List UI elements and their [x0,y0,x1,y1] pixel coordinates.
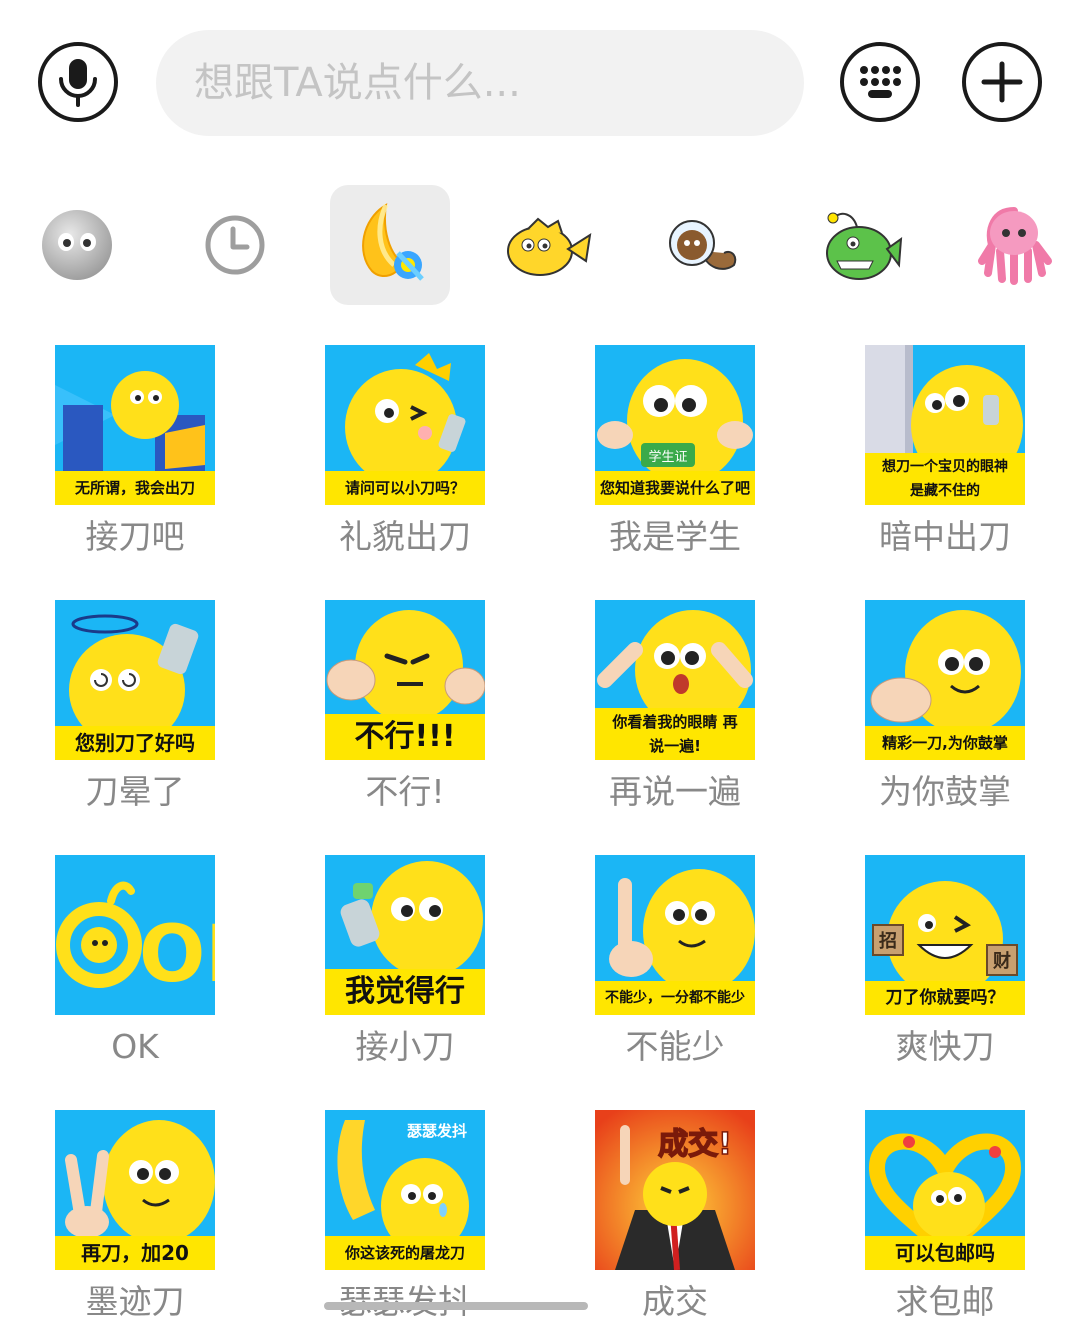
sticker-image: 不能少，一分都不能少 [595,855,755,1015]
sticker-caption: 精彩一刀,为你鼓掌 [865,726,1025,760]
sticker-label: 接刀吧 [85,517,185,556]
sticker-label: 求包邮 [895,1282,995,1321]
sticker-caption: 无所谓，我会出刀 [55,471,215,505]
sticker-image: 想刀一个宝贝的眼神 是藏不住的 [865,345,1025,505]
sticker-image: 招 财 刀了你就要吗？ [865,855,1025,1015]
ok-big-text: OK [139,910,215,1000]
astronaut-worm-pack-icon [669,220,737,270]
sticker-caption: 再刀，加20 [55,1236,215,1270]
sticker-image: 您别刀了好吗 [55,600,215,760]
more-options-button[interactable] [962,42,1042,122]
microphone-icon [59,59,97,107]
sticker-caption: 我觉得行 [325,969,485,1015]
shiver-text: 瑟瑟发抖 [407,1122,467,1140]
sticker-image: 成交! [595,1110,755,1270]
sticker-label: 刀晕了 [85,772,185,811]
sticker-item[interactable]: 可以包邮吗 求包邮 [845,1110,1045,1340]
sticker-image: 不行!!! [325,600,485,760]
sticker-caption: 您别刀了好吗 [55,726,215,760]
sticker-label: 再说一遍 [609,772,741,811]
tab-knife-pack[interactable] [330,185,450,305]
sticker-pack-tabs [0,185,1080,305]
cai-text: 财 [993,950,1011,972]
sticker-item[interactable]: 再刀，加20 墨迹刀 [35,1110,235,1340]
yellow-fish-pack-icon [507,217,592,276]
sticker-image: 学生证 您知道我要说什么了吧 [595,345,755,505]
sticker-label: 不能少 [625,1027,725,1066]
sticker-label: 我是学生 [609,517,741,556]
sticker-caption: 想刀一个宝贝的眼神 是藏不住的 [865,453,1025,505]
keyboard-icon [860,66,901,98]
sticker-image: 瑟瑟发抖 你这该死的屠龙刀 [325,1110,485,1270]
sticker-image: 精彩一刀,为你鼓掌 [865,600,1025,760]
sticker-caption: 不能少，一分都不能少 [595,981,755,1015]
sticker-caption: 不行!!! [325,714,485,760]
sticker-label: OK [111,1027,159,1066]
message-input[interactable] [156,30,804,136]
sticker-item[interactable]: 招 财 刀了你就要吗？ 爽快刀 [845,855,1045,1085]
tab-octopus-pack[interactable] [954,185,1074,305]
sticker-item[interactable]: 成交! 成交 [575,1110,775,1340]
sticker-caption: 你这该死的屠龙刀 [325,1236,485,1270]
tab-astronaut-pack[interactable] [642,185,762,305]
sticker-image: 你看着我的眼睛 再说一遍! [595,600,755,760]
green-anglerfish-pack-icon [826,212,903,280]
sticker-item[interactable]: 不行!!! 不行! [305,600,505,830]
sticker-image: OK [55,855,215,1015]
keyboard-button[interactable] [840,42,920,122]
sticker-image: 请问可以小刀吗？ [325,345,485,505]
sticker-item[interactable]: 你看着我的眼睛 再说一遍! 再说一遍 [575,600,775,830]
sticker-item[interactable]: 您别刀了好吗 刀晕了 [35,600,235,830]
sticker-label: 不行! [365,772,445,811]
sticker-label: 爽快刀 [895,1027,995,1066]
zhao-text: 招 [879,930,897,952]
sticker-caption: 可以包邮吗 [865,1236,1025,1270]
sticker-item[interactable]: 精彩一刀,为你鼓掌 为你鼓掌 [845,600,1045,830]
plus-icon [981,61,1023,103]
scroll-indicator[interactable] [324,1302,588,1310]
sticker-image: 无所谓，我会出刀 [55,345,215,505]
pink-octopus-pack-icon [978,207,1052,285]
sticker-label: 为你鼓掌 [879,772,1011,811]
sticker-label: 成交 [642,1282,708,1321]
sticker-item[interactable]: 请问可以小刀吗？ 礼貌出刀 [305,345,505,575]
sticker-item[interactable]: 不能少，一分都不能少 不能少 [575,855,775,1085]
sticker-caption: 刀了你就要吗？ [865,981,1025,1015]
sticker-label: 墨迹刀 [85,1282,185,1321]
sticker-label: 接小刀 [355,1027,455,1066]
recent-clock-icon [205,215,265,275]
sticker-image: 可以包邮吗 [865,1110,1025,1270]
sticker-item[interactable]: OK OK [35,855,235,1085]
sticker-caption: 请问可以小刀吗？ [325,471,485,505]
sticker-item[interactable]: 学生证 您知道我要说什么了吧 我是学生 [575,345,775,575]
sticker-item[interactable]: 我觉得行 接小刀 [305,855,505,1085]
sticker-caption: 您知道我要说什么了吧 [595,471,755,505]
voice-input-button[interactable] [38,42,118,122]
tab-recent[interactable] [175,185,295,305]
sticker-label: 礼貌出刀 [339,517,471,556]
sticker-item[interactable]: 无所谓，我会出刀 接刀吧 [35,345,235,575]
sticker-image: 我觉得行 [325,855,485,1015]
sticker-image: 再刀，加20 [55,1110,215,1270]
deal-text: 成交! [658,1127,732,1162]
sticker-caption: 你看着我的眼睛 再说一遍! [595,708,755,760]
tab-anglerfish-pack[interactable] [798,185,918,305]
emoji-face-icon [42,210,112,280]
tab-fish-pack[interactable] [486,185,606,305]
sticker-item[interactable]: 想刀一个宝贝的眼神 是藏不住的 暗中出刀 [845,345,1045,575]
sticker-label: 暗中出刀 [879,517,1011,556]
knife-sticker-pack-icon [362,203,424,281]
tab-emoji[interactable] [17,185,137,305]
chat-input-bar [0,0,1080,170]
student-card-text: 学生证 [648,449,687,465]
